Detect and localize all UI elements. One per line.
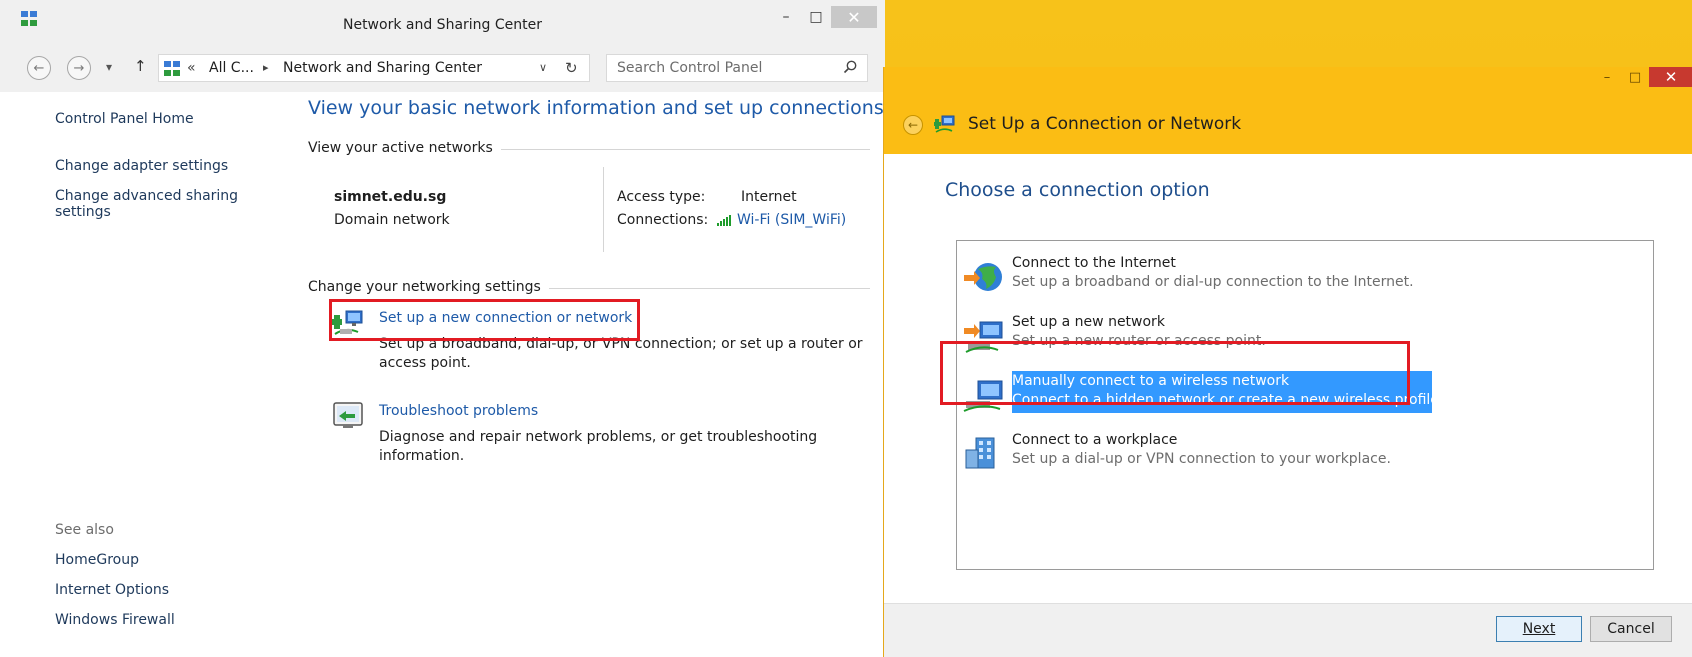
option-description: Set up a broadband or dial-up connection… xyxy=(1012,274,1414,290)
connections-label: Connections: xyxy=(617,212,709,228)
minimize-button[interactable]: – xyxy=(1593,67,1621,87)
close-button[interactable]: ✕ xyxy=(831,6,877,28)
maximize-button[interactable]: □ xyxy=(1621,67,1649,87)
access-type-value: Internet xyxy=(741,189,797,205)
workplace-icon xyxy=(965,437,995,469)
desc-line: information. xyxy=(379,448,465,464)
wizard-title: Set Up a Connection or Network xyxy=(968,114,1242,134)
troubleshoot-link[interactable]: Troubleshoot problems xyxy=(379,403,538,419)
desc-line: access point. xyxy=(379,355,471,371)
next-button[interactable]: Next xyxy=(1496,616,1582,642)
annotation-highlight-box xyxy=(940,341,1410,405)
search-input[interactable]: Search Control Panel xyxy=(606,54,868,82)
change-advanced-sharing-link[interactable]: Change advanced sharing settings xyxy=(55,188,238,220)
link-line-1: Change advanced sharing xyxy=(55,188,239,204)
wifi-signal-icon xyxy=(717,214,732,226)
page-heading: View your basic network information and … xyxy=(308,97,884,119)
wizard-heading: Choose a connection option xyxy=(945,179,1210,201)
internet-options-link[interactable]: Internet Options xyxy=(55,582,169,598)
back-arrow-icon[interactable]: ← xyxy=(903,115,923,135)
next-label: Next xyxy=(1522,621,1556,637)
overflow-chevron-icon[interactable]: « xyxy=(187,60,196,76)
network-sharing-center-window: Network and Sharing Center – □ ✕ ← → ▾ ↑… xyxy=(0,0,885,657)
breadcrumb-separator-icon[interactable]: ▸ xyxy=(263,61,269,74)
window-title: Network and Sharing Center xyxy=(342,17,542,33)
option-description: Set up a dial-up or VPN connection to yo… xyxy=(1012,451,1391,467)
wifi-connection-name: Wi-Fi (SIM_WiFi) xyxy=(737,212,847,228)
title-bar: Network and Sharing Center – □ ✕ xyxy=(0,0,885,52)
active-networks-heading: View your active networks xyxy=(308,140,501,156)
control-panel-home-link[interactable]: Control Panel Home xyxy=(55,111,194,127)
network-name: simnet.edu.sg xyxy=(334,189,447,205)
back-arrow-icon[interactable]: ← xyxy=(27,56,51,80)
change-settings-heading: Change your networking settings xyxy=(308,279,549,295)
homegroup-link[interactable]: HomeGroup xyxy=(55,552,139,568)
option-connect-workplace[interactable]: Connect to a workplace Set up a dial-up … xyxy=(962,430,1442,476)
troubleshoot-description: Diagnose and repair network problems, or… xyxy=(379,428,817,466)
option-title: Set up a new network xyxy=(1012,314,1165,330)
see-also-heading: See also xyxy=(55,522,114,538)
recent-pages-dropdown-icon[interactable]: ▾ xyxy=(106,60,112,74)
forward-arrow-icon[interactable]: → xyxy=(67,56,91,80)
access-type-label: Access type: xyxy=(617,189,706,205)
minimize-button[interactable]: – xyxy=(771,6,801,28)
connection-options-list: Connect to the Internet Set up a broadba… xyxy=(956,240,1654,570)
window-controls: – □ ✕ xyxy=(771,6,877,28)
breadcrumb-current[interactable]: Network and Sharing Center xyxy=(283,60,482,76)
network-setup-icon xyxy=(934,115,955,133)
search-placeholder: Search Control Panel xyxy=(617,60,763,76)
option-connect-internet[interactable]: Connect to the Internet Set up a broadba… xyxy=(962,253,1442,299)
up-arrow-icon[interactable]: ↑ xyxy=(134,57,147,75)
close-button[interactable]: ✕ xyxy=(1649,67,1692,87)
vertical-divider xyxy=(603,167,604,252)
address-bar[interactable]: « All C... ▸ Network and Sharing Center … xyxy=(158,54,590,82)
breadcrumb-all[interactable]: All C... xyxy=(209,60,254,76)
address-dropdown-icon[interactable]: ∨ xyxy=(539,61,547,74)
refresh-icon[interactable]: ↻ xyxy=(565,59,578,77)
annotation-highlight-box xyxy=(329,299,640,341)
option-title: Connect to a workplace xyxy=(1012,432,1178,448)
cancel-button[interactable]: Cancel xyxy=(1590,616,1672,642)
search-icon[interactable] xyxy=(843,60,857,74)
wifi-connection-link[interactable]: Wi-Fi (SIM_WiFi) xyxy=(717,212,846,228)
network-icon xyxy=(164,61,180,76)
option-title: Connect to the Internet xyxy=(1012,255,1176,271)
desc-line: Diagnose and repair network problems, or… xyxy=(379,429,818,445)
network-type: Domain network xyxy=(334,212,450,228)
change-adapter-settings-link[interactable]: Change adapter settings xyxy=(55,158,228,174)
link-line-2: settings xyxy=(55,204,111,220)
wizard-header: – □ ✕ ← Set Up a Connection or Network xyxy=(884,67,1692,154)
window-controls: – □ ✕ xyxy=(1593,67,1692,87)
globe-icon xyxy=(964,263,1002,291)
setup-connection-wizard: – □ ✕ ← Set Up a Connection or Network C… xyxy=(883,67,1692,657)
windows-firewall-link[interactable]: Windows Firewall xyxy=(55,612,175,628)
maximize-button[interactable]: □ xyxy=(801,6,831,28)
troubleshoot-icon xyxy=(333,402,363,428)
